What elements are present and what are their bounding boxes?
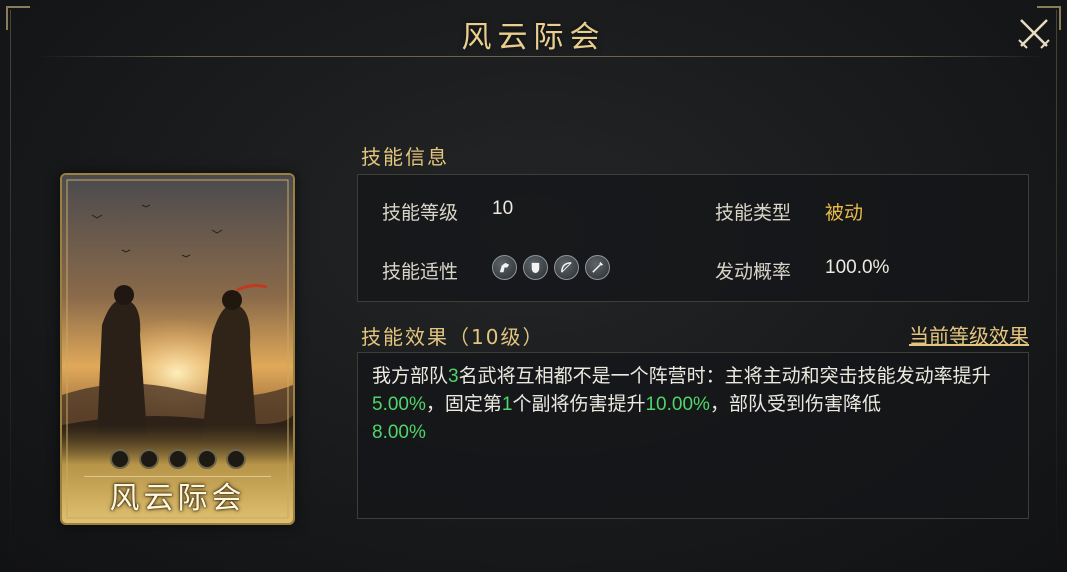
effect-value: 3 <box>448 366 459 387</box>
suitability-icons <box>492 255 610 280</box>
star-slot <box>225 449 246 469</box>
skill-suitability-label: 技能适性 <box>382 262 459 283</box>
star-slots <box>62 449 293 469</box>
skill-level-label: 技能等级 <box>382 203 459 224</box>
skill-card-artwork <box>62 175 293 523</box>
skill-info-heading: 技能信息 <box>361 145 449 169</box>
star-slot <box>138 449 159 469</box>
close-button[interactable] <box>1015 14 1053 52</box>
effect-value: 5.00% <box>372 394 426 415</box>
effect-text: ，部队受到伤害降低 <box>709 394 881 415</box>
star-slot <box>109 449 130 469</box>
skill-level-value: 10 <box>492 198 514 219</box>
cavalry-icon[interactable] <box>492 255 517 280</box>
skill-effect-heading: 技能效果（10级） <box>361 325 545 349</box>
frame-right-border <box>1056 10 1057 562</box>
window-title: 风云际会 <box>461 20 606 55</box>
shield-icon[interactable] <box>523 255 548 280</box>
spear-icon[interactable] <box>585 255 610 280</box>
skill-card: 风云际会 <box>60 173 295 525</box>
effect-text: ，固定第 <box>425 394 502 415</box>
effect-text: 我方部队 <box>372 366 449 387</box>
effect-text: 名武将互相都不是一个阵营时：主将主动和突击技能发动率提升 <box>458 366 991 387</box>
current-level-effect-link[interactable]: 当前等级效果 <box>909 320 1029 349</box>
effect-value: 10.00% <box>645 394 710 415</box>
bow-icon[interactable] <box>554 255 579 280</box>
header-divider <box>38 56 1047 57</box>
skill-type-label: 技能类型 <box>715 203 792 224</box>
skill-card-name: 风云际会 <box>109 481 246 516</box>
effect-value: 1 <box>501 394 513 415</box>
skill-type-value: 被动 <box>825 203 864 224</box>
effect-text: 个副将伤害提升 <box>512 394 646 415</box>
frame-left-border <box>10 10 11 562</box>
star-slot <box>167 449 188 469</box>
crossed-swords-close-icon <box>1018 19 1050 49</box>
skill-effect-description: 我方部队3名武将互相都不是一个阵营时：主将主动和突击技能发动率提升 5.00%，固… <box>357 352 1029 519</box>
star-slot <box>196 449 217 469</box>
effect-value: 8.00% <box>372 422 426 443</box>
trigger-rate-label: 发动概率 <box>715 262 792 283</box>
trigger-rate-value: 100.0% <box>825 257 890 278</box>
